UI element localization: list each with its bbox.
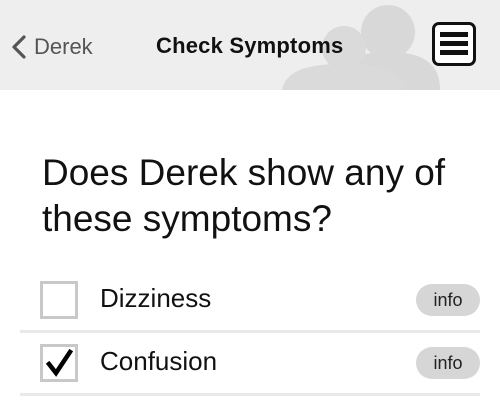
confusion-checkbox[interactable] <box>40 344 78 382</box>
page-title: Check Symptoms <box>156 33 344 58</box>
info-button[interactable]: info <box>416 347 480 379</box>
symptom-row-dizziness: Dizziness info <box>20 270 480 333</box>
symptom-label: Confusion <box>100 346 218 376</box>
info-button[interactable]: info <box>416 284 480 316</box>
menu-button[interactable] <box>432 22 476 66</box>
checkmark-icon <box>45 349 73 377</box>
dizziness-checkbox[interactable] <box>40 281 78 319</box>
chevron-left-icon <box>12 35 26 59</box>
back-label: Derek <box>34 34 93 59</box>
check-symptoms-screen: Derek Check Symptoms Does Derek show any… <box>0 0 500 403</box>
symptom-label: Dizziness <box>100 283 212 313</box>
symptom-list: Dizziness info Confusion info <box>20 270 480 396</box>
symptoms-question: Does Derek show any of these symptoms? <box>42 152 446 239</box>
back-button[interactable]: Derek <box>8 30 93 64</box>
header-bar: Derek Check Symptoms <box>0 0 500 90</box>
symptom-row-confusion: Confusion info <box>20 333 480 396</box>
